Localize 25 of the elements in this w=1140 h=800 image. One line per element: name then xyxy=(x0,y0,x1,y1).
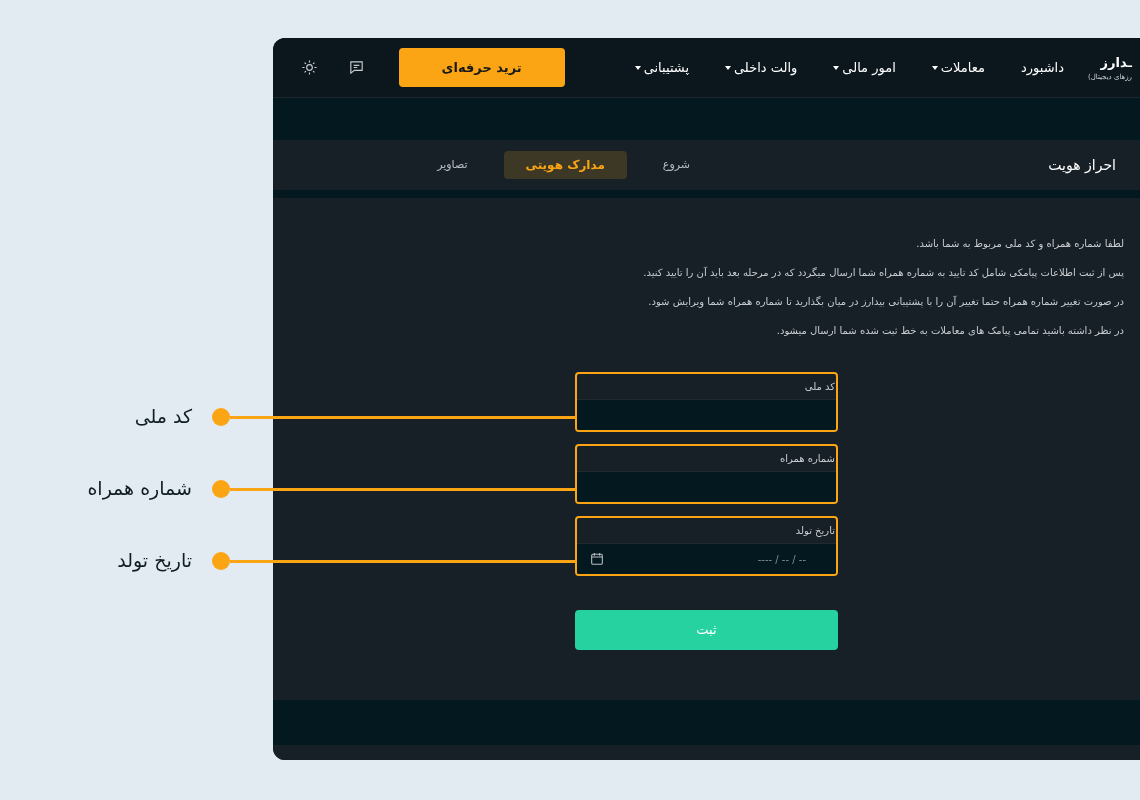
instruction-text: در نظر داشته باشید تمامی پیامک های معاملات به خط ثبت شده شما ارسال میشود. xyxy=(775,324,1124,338)
nav-link[interactable]: امور مالی xyxy=(833,57,896,78)
date-placeholder: ---- / -- / -- xyxy=(757,552,806,567)
step-tab[interactable]: تصاویر xyxy=(431,151,474,179)
sun-icon[interactable] xyxy=(300,59,318,76)
step-tab[interactable]: مدارک هویتی xyxy=(503,151,627,179)
trade-button[interactable]: ترید حرفه‌ای xyxy=(398,48,565,87)
instruction-text: پس از ثبت اطلاعات پیامکی شامل کد تایید به شماره همراه شما ارسال میگردد که در مرحله بعد باید آن را تایید کنید. xyxy=(642,266,1124,280)
logo-text: ـدارز xyxy=(1100,53,1132,72)
page-title: احراز هویت xyxy=(1047,155,1116,176)
form-field[interactable]: شماره همراه xyxy=(575,444,838,504)
calendar-icon[interactable] xyxy=(589,551,605,567)
form-field[interactable]: تاریخ تولد ---- / -- / -- xyxy=(575,516,838,576)
nav-link[interactable]: والت داخلی xyxy=(725,57,798,78)
annotation-label: کد ملی xyxy=(134,404,192,428)
nav-link[interactable]: معاملات xyxy=(931,57,985,78)
instruction-text: در صورت تغییر شماره همراه حتما تغییر آن را با پشتیبانی بیدارز در میان بگذارید تا شماره همراه شما ویرایش شود. xyxy=(647,294,1124,309)
message-icon[interactable] xyxy=(347,59,365,76)
form-field[interactable]: کد ملی xyxy=(575,372,838,432)
instruction-text: لطفا شماره همراه و کد ملی مربوط به شما باشد. xyxy=(915,237,1124,251)
annotation-label: تاریخ تولد xyxy=(117,548,192,572)
annotation-label: شماره همراه xyxy=(87,476,192,500)
nav-link[interactable]: پشتیبانی xyxy=(634,57,690,78)
step-tab[interactable]: شروع xyxy=(656,151,696,179)
nav-link[interactable]: داشبورد xyxy=(1020,57,1064,78)
